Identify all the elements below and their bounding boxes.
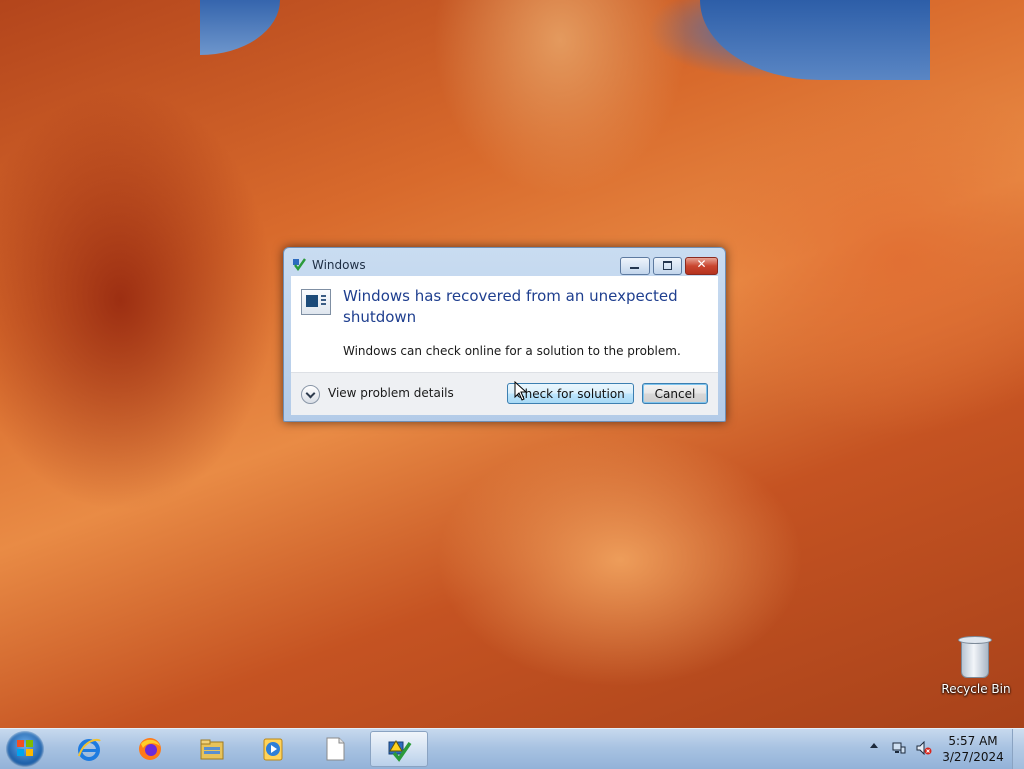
network-icon[interactable]: [892, 741, 906, 755]
clock-date: 3/27/2024: [942, 750, 1004, 764]
taskbar: 5:57 AM 3/27/2024: [0, 728, 1024, 769]
mouse-cursor-icon: [514, 381, 528, 401]
recovery-dialog: Windows ✕ Windows has recovered from an …: [283, 247, 726, 422]
problem-reports-icon: [388, 740, 412, 762]
recycle-bin-label: Recycle Bin: [941, 682, 1011, 696]
start-button[interactable]: [6, 731, 44, 767]
firefox-icon: [139, 738, 161, 760]
taskbar-problem-reports[interactable]: [370, 731, 428, 767]
file-explorer-icon: [200, 739, 224, 760]
maximize-button[interactable]: [653, 257, 682, 275]
show-hidden-icons-icon[interactable]: [870, 743, 878, 748]
dialog-subtext: Windows can check online for a solution …: [343, 344, 681, 358]
view-problem-details-link[interactable]: View problem details: [328, 386, 454, 400]
dialog-title: Windows: [312, 258, 366, 272]
recycle-bin-icon: [958, 634, 992, 678]
blank-document-icon: [326, 737, 345, 761]
problem-report-icon: [301, 289, 331, 315]
dialog-titlebar[interactable]: Windows ✕: [284, 248, 725, 276]
windows-logo-icon: [17, 740, 33, 756]
close-button[interactable]: ✕: [685, 257, 718, 275]
system-clock[interactable]: 5:57 AM 3/27/2024: [938, 733, 1008, 765]
taskbar-media-player[interactable]: [247, 731, 299, 767]
taskbar-blank-document[interactable]: [309, 731, 361, 767]
media-player-icon: [263, 738, 283, 761]
taskbar-firefox[interactable]: [124, 731, 176, 767]
close-icon: ✕: [696, 257, 707, 271]
volume-muted-icon[interactable]: [916, 741, 932, 755]
cancel-button[interactable]: Cancel: [642, 383, 708, 404]
windows-check-icon: [293, 258, 306, 271]
chevron-down-icon[interactable]: [301, 385, 320, 404]
sky-area-left: [200, 0, 280, 55]
dialog-content: Windows has recovered from an unexpected…: [291, 276, 718, 372]
show-desktop-button[interactable]: [1012, 729, 1024, 769]
recycle-bin[interactable]: Recycle Bin: [940, 630, 1012, 700]
taskbar-file-explorer[interactable]: [186, 731, 238, 767]
dialog-heading: Windows has recovered from an unexpected…: [343, 287, 678, 326]
taskbar-internet-explorer[interactable]: [63, 731, 115, 767]
clock-time: 5:57 AM: [948, 734, 998, 748]
internet-explorer-icon: [78, 738, 101, 761]
minimize-button[interactable]: [620, 257, 650, 275]
sky-area: [700, 0, 930, 80]
dialog-footer: View problem details Check for solution …: [291, 372, 718, 415]
